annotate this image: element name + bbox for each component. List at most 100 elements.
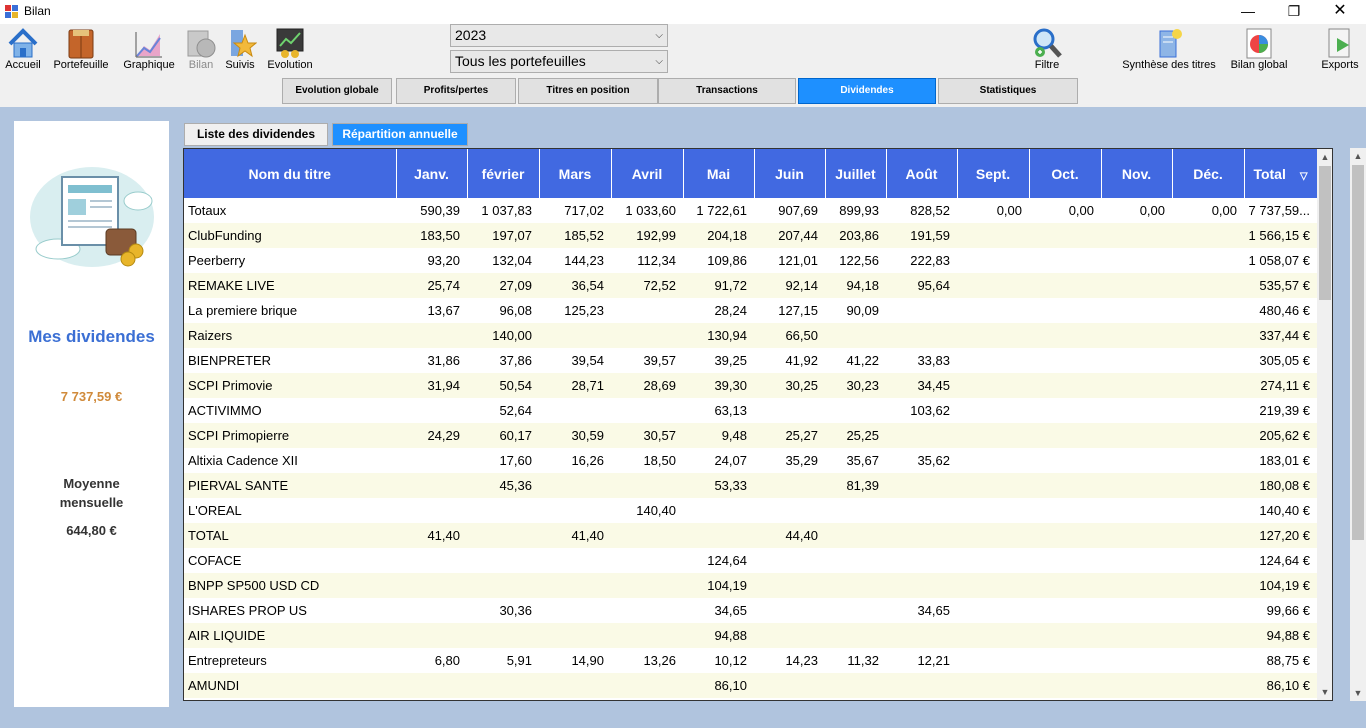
table-row[interactable]: AMUNDI 86,10 86,10 € [184, 673, 1317, 698]
row-value-cell [957, 473, 1029, 498]
tab-statistiques[interactable]: Statistiques [938, 78, 1078, 104]
subtab-liste-dividendes[interactable]: Liste des dividendes [184, 123, 328, 146]
graphique-button[interactable]: Graphique [118, 24, 180, 78]
table-row[interactable]: ISHARES PROP US 30,36 34,65 34,65 99,66 € [184, 598, 1317, 623]
table-row[interactable]: Totaux 590,39 1 037,83 717,02 1 033,60 1 722,… [184, 198, 1317, 223]
row-value-cell: 34,45 [886, 373, 957, 398]
portfolio-select[interactable]: Tous les portefeuilles ⌵ [450, 50, 668, 73]
column-header[interactable]: février [467, 149, 540, 198]
row-value-cell: 121,01 [778, 253, 818, 268]
row-value-cell [825, 323, 886, 348]
table-body: Totaux 590,39 1 037,83 717,02 1 033,60 1 722,… [184, 198, 1317, 698]
portefeuille-button[interactable]: Portefeuille [48, 24, 114, 78]
scroll-down-icon[interactable]: ▼ [1350, 685, 1366, 701]
row-value-cell [396, 498, 467, 523]
filtre-button[interactable]: Filtre [1027, 24, 1067, 78]
sort-icon[interactable]: ▽ [1300, 171, 1308, 182]
maximize-button[interactable]: ❐ [1271, 0, 1317, 24]
table-row[interactable]: L'OREAL 140,40 140,40 € [184, 498, 1317, 523]
row-value-cell: 91,72 [683, 273, 754, 298]
table-row[interactable]: Raizers 140,00 130,94 66,50 337,44 € [184, 323, 1317, 348]
synthese-button[interactable]: Synthèse des titres [1119, 24, 1219, 78]
window-scrollbar[interactable]: ▲ ▼ [1350, 148, 1366, 701]
column-header[interactable]: Juin [754, 149, 826, 198]
row-value-cell [886, 548, 957, 573]
column-header[interactable]: Oct. [1029, 149, 1102, 198]
tab-profits-pertes[interactable]: Profits/pertes [396, 78, 516, 104]
scroll-down-icon[interactable]: ▼ [1317, 684, 1332, 700]
row-value-cell [754, 548, 825, 573]
table-row[interactable]: La premiere brique 13,67 96,08 125,23 28,24 1… [184, 298, 1317, 323]
tab-evolution-globale[interactable]: Evolution globale [282, 78, 392, 104]
table-row[interactable]: REMAKE LIVE 25,74 27,09 36,54 72,52 91,72 92,1… [184, 273, 1317, 298]
table-row[interactable]: COFACE 124,64 124,64 € [184, 548, 1317, 573]
column-header[interactable]: Sept. [957, 149, 1030, 198]
row-value-cell [957, 523, 1029, 548]
column-header[interactable]: Déc. [1172, 149, 1245, 198]
bilan-button[interactable]: Bilan [183, 24, 219, 78]
row-value-cell [1101, 348, 1172, 373]
table-row[interactable]: BIENPRETER 31,86 37,86 39,54 39,57 39,25 41,92… [184, 348, 1317, 373]
row-value-cell [1029, 398, 1101, 423]
grid-scrollbar[interactable]: ▲ ▼ [1317, 149, 1332, 700]
scroll-up-icon[interactable]: ▲ [1350, 148, 1366, 164]
row-value-cell: 34,65 [714, 603, 747, 618]
row-value-cell [1172, 623, 1244, 648]
column-header[interactable]: Mai [683, 149, 755, 198]
row-value-cell [1101, 298, 1172, 323]
table-row[interactable]: SCPI Primopierre 24,29 60,17 30,59 30,57 9,48… [184, 423, 1317, 448]
row-value-cell [396, 323, 467, 348]
row-value-cell: 39,25 [714, 353, 747, 368]
row-value-cell: 44,40 [754, 523, 825, 548]
scroll-thumb[interactable] [1352, 165, 1364, 540]
row-value-cell [957, 373, 1029, 398]
tab-dividendes[interactable]: Dividendes [798, 78, 936, 104]
subtab-repartition-annuelle[interactable]: Répartition annuelle [332, 123, 468, 146]
table-row[interactable]: BNPP SP500 USD CD 104,19 104,19 € [184, 573, 1317, 598]
table-row[interactable]: Entrepreteurs 6,80 5,91 14,90 13,26 10,12 14,2… [184, 648, 1317, 673]
row-value-cell [539, 598, 611, 623]
column-header[interactable]: Nov. [1101, 149, 1173, 198]
tab-titres-en-position[interactable]: Titres en position [518, 78, 658, 104]
row-value-cell: 30,23 [825, 373, 886, 398]
close-button[interactable]: ✕ [1317, 0, 1363, 24]
year-select[interactable]: 2023 ⌵ [450, 24, 668, 47]
table-row[interactable]: Altixia Cadence XII 17,60 16,26 18,50 24,07 3… [184, 448, 1317, 473]
column-header[interactable]: Avril [611, 149, 684, 198]
export-icon [1328, 28, 1350, 58]
row-value-cell [1172, 373, 1244, 398]
row-value-cell [683, 523, 754, 548]
scroll-up-icon[interactable]: ▲ [1317, 149, 1332, 165]
suivis-button[interactable]: Suivis [222, 24, 258, 78]
row-value-cell [957, 248, 1029, 273]
table-row[interactable]: ClubFunding 183,50 197,07 185,52 192,99 204,1… [184, 223, 1317, 248]
table-row[interactable]: SCPI Primovie 31,94 50,54 28,71 28,69 39,30 30… [184, 373, 1317, 398]
row-value-cell: 127,20 € [1244, 523, 1317, 548]
row-value-cell [1101, 498, 1172, 523]
table-row[interactable]: Peerberry 93,20 132,04 144,23 112,34 109,86 12… [184, 248, 1317, 273]
evolution-button[interactable]: Evolution [262, 24, 318, 78]
tab-transactions[interactable]: Transactions [658, 78, 796, 104]
app-icon [5, 5, 19, 19]
column-header[interactable]: Mars [539, 149, 612, 198]
row-value-cell [539, 398, 611, 423]
accueil-button[interactable]: Accueil [2, 24, 44, 78]
table-row[interactable]: TOTAL 41,40 41,40 44,40 127,20 € [184, 523, 1317, 548]
column-header[interactable]: Nom du titre [184, 149, 397, 198]
row-value-cell: 183,01 € [1259, 453, 1310, 468]
row-value-cell [886, 298, 957, 323]
column-header[interactable]: Juillet [825, 149, 887, 198]
bilan-global-button[interactable]: Bilan global [1225, 24, 1293, 78]
exports-button[interactable]: Exports [1317, 24, 1363, 78]
row-value-cell: 5,91 [506, 653, 532, 668]
table-row[interactable]: ACTIVIMMO 52,64 63,13 103,62 219,39 € [184, 398, 1317, 423]
table-row[interactable]: PIERVAL SANTE 45,36 53,33 81,39 180,08 € [184, 473, 1317, 498]
column-header[interactable]: Août [886, 149, 958, 198]
row-value-cell [825, 598, 886, 623]
table-row[interactable]: AIR LIQUIDE 94,88 94,88 € [184, 623, 1317, 648]
column-header[interactable]: Total ▽ [1244, 149, 1318, 198]
row-value-cell [1101, 523, 1172, 548]
scroll-thumb[interactable] [1319, 166, 1331, 300]
minimize-button[interactable]: — [1225, 0, 1271, 24]
column-header[interactable]: Janv. [396, 149, 468, 198]
